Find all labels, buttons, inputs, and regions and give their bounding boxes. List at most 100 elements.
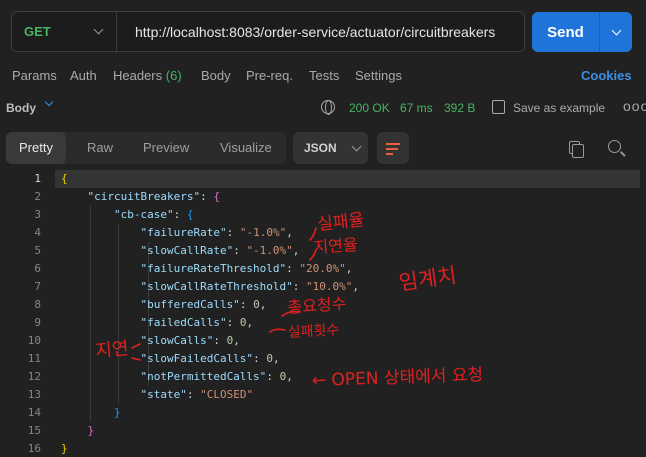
chevron-down-icon — [611, 25, 621, 35]
wrap-lines-button[interactable] — [377, 132, 409, 164]
tab-raw[interactable]: Raw — [87, 132, 113, 164]
code-token: "slowCalls" — [61, 334, 214, 347]
code-line: 15 } — [0, 422, 646, 440]
code-token: { — [186, 208, 194, 221]
line-number: 15 — [27, 424, 41, 437]
code-token: "failureRate" — [61, 226, 227, 239]
tab-headers[interactable]: Headers (6) — [113, 68, 182, 83]
code-token: : — [200, 190, 214, 203]
code-text: "failureRate": "-1.0%", — [61, 224, 292, 242]
tab-tests[interactable]: Tests — [309, 68, 339, 83]
code-text: } — [61, 404, 121, 422]
code-line: 6 "failureRateThreshold": "20.0%", — [0, 260, 646, 278]
send-button[interactable]: Send — [532, 12, 632, 52]
code-token: : — [226, 316, 240, 329]
code-token: "-1.0%" — [246, 244, 293, 257]
code-token: } — [61, 424, 95, 437]
code-token: } — [61, 406, 121, 419]
tab-settings[interactable]: Settings — [355, 68, 402, 83]
code-text: "state": "CLOSED" — [61, 386, 253, 404]
code-token: : — [266, 370, 280, 383]
chevron-down-icon — [93, 24, 104, 35]
code-token: "cb-case" — [61, 208, 174, 221]
tab-headers-label: Headers — [113, 68, 163, 83]
line-number: 8 — [34, 298, 41, 311]
code-line: 14 } — [0, 404, 646, 422]
code-token: , — [246, 316, 254, 329]
line-number: 10 — [27, 334, 41, 347]
code-line: 16} — [0, 440, 646, 457]
view-tabs: Pretty Raw Preview Visualize — [6, 132, 286, 164]
code-token: "-1.0%" — [239, 226, 287, 239]
code-line: 12 "notPermittedCalls": 0, — [0, 368, 646, 386]
line-number: 9 — [34, 316, 41, 329]
chevron-down-icon — [351, 141, 362, 151]
tab-body[interactable]: Body — [201, 68, 231, 83]
code-text: "failedCalls": 0, — [61, 314, 253, 332]
wrap-icon-line — [386, 153, 393, 155]
method-label: GET — [24, 24, 51, 39]
code-token: "bufferedCalls" — [61, 298, 240, 311]
chevron-down-icon[interactable] — [44, 97, 54, 107]
code-line: 3 "cb-case": { — [0, 206, 646, 224]
save-icon — [492, 100, 505, 114]
send-label: Send — [547, 23, 584, 41]
code-token: : — [253, 352, 267, 365]
wrap-icon-line — [386, 148, 398, 150]
method-select[interactable]: GET — [12, 12, 117, 51]
tab-auth[interactable]: Auth — [70, 68, 97, 83]
code-text: "circuitBreakers": { — [61, 188, 220, 206]
response-body-label[interactable]: Body — [6, 101, 36, 115]
tab-preview[interactable]: Preview — [143, 132, 189, 164]
code-line: 2 "circuitBreakers": { — [0, 188, 646, 206]
code-text: "slowCalls": 0, — [61, 332, 239, 350]
code-token: , — [272, 352, 280, 365]
send-options-button[interactable] — [599, 12, 632, 52]
code-token: { — [61, 172, 68, 185]
code-line: 7 "slowCallRateThreshold": "10.0%", — [0, 278, 646, 296]
response-code-view[interactable]: 1{2 "circuitBreakers": {3 "cb-case": {4 … — [0, 170, 646, 457]
code-text: "slowFailedCalls": 0, — [61, 350, 280, 368]
code-token: : — [173, 208, 187, 221]
line-number: 11 — [27, 352, 41, 365]
code-token: "state" — [61, 388, 187, 401]
tab-prereq[interactable]: Pre-req. — [246, 68, 293, 83]
more-options-icon[interactable]: ooo — [623, 98, 646, 114]
save-as-example-button[interactable]: Save as example — [513, 101, 605, 115]
code-text: "notPermittedCalls": 0, — [61, 368, 292, 386]
code-token: , — [352, 280, 360, 293]
code-line: 13 "state": "CLOSED" — [0, 386, 646, 404]
code-token: { — [213, 190, 220, 203]
code-text: { — [61, 170, 68, 188]
response-view-toolbar: Pretty Raw Preview Visualize JSON — [0, 132, 646, 164]
code-token: "20.0%" — [299, 262, 346, 275]
tab-visualize[interactable]: Visualize — [220, 132, 272, 164]
line-number: 5 — [34, 244, 41, 257]
code-line: 9 "failedCalls": 0, — [0, 314, 646, 332]
code-token: "slowCallRate" — [61, 244, 234, 257]
code-token: "slowFailedCalls" — [61, 352, 254, 365]
code-token: "slowCallRateThreshold" — [61, 280, 293, 293]
url-input[interactable]: http://localhost:8083/order-service/actu… — [117, 24, 524, 40]
code-token: : — [286, 262, 300, 275]
tab-params[interactable]: Params — [12, 68, 57, 83]
cookies-link[interactable]: Cookies — [581, 68, 632, 83]
code-token: "10.0%" — [306, 280, 353, 293]
format-select[interactable]: JSON — [293, 132, 368, 164]
code-text: "slowCallRateThreshold": "10.0%", — [61, 278, 359, 296]
tab-pretty[interactable]: Pretty — [6, 132, 66, 164]
code-line: 4 "failureRate": "-1.0%", — [0, 224, 646, 242]
headers-count: (6) — [165, 68, 182, 83]
line-number: 13 — [27, 388, 41, 401]
line-number: 14 — [27, 406, 41, 419]
response-meta: Body 200 OK 67 ms 392 B Save as example … — [0, 97, 646, 120]
code-line: 10 "slowCalls": 0, — [0, 332, 646, 350]
globe-icon[interactable] — [321, 100, 335, 115]
request-url-bar: GET http://localhost:8083/order-service/… — [11, 11, 525, 52]
code-text: "failureRateThreshold": "20.0%", — [61, 260, 352, 278]
code-text: } — [61, 422, 94, 440]
search-icon[interactable] — [608, 140, 621, 153]
copy-icon[interactable] — [569, 141, 584, 158]
code-token: , — [345, 262, 353, 275]
code-token: : — [239, 298, 254, 311]
